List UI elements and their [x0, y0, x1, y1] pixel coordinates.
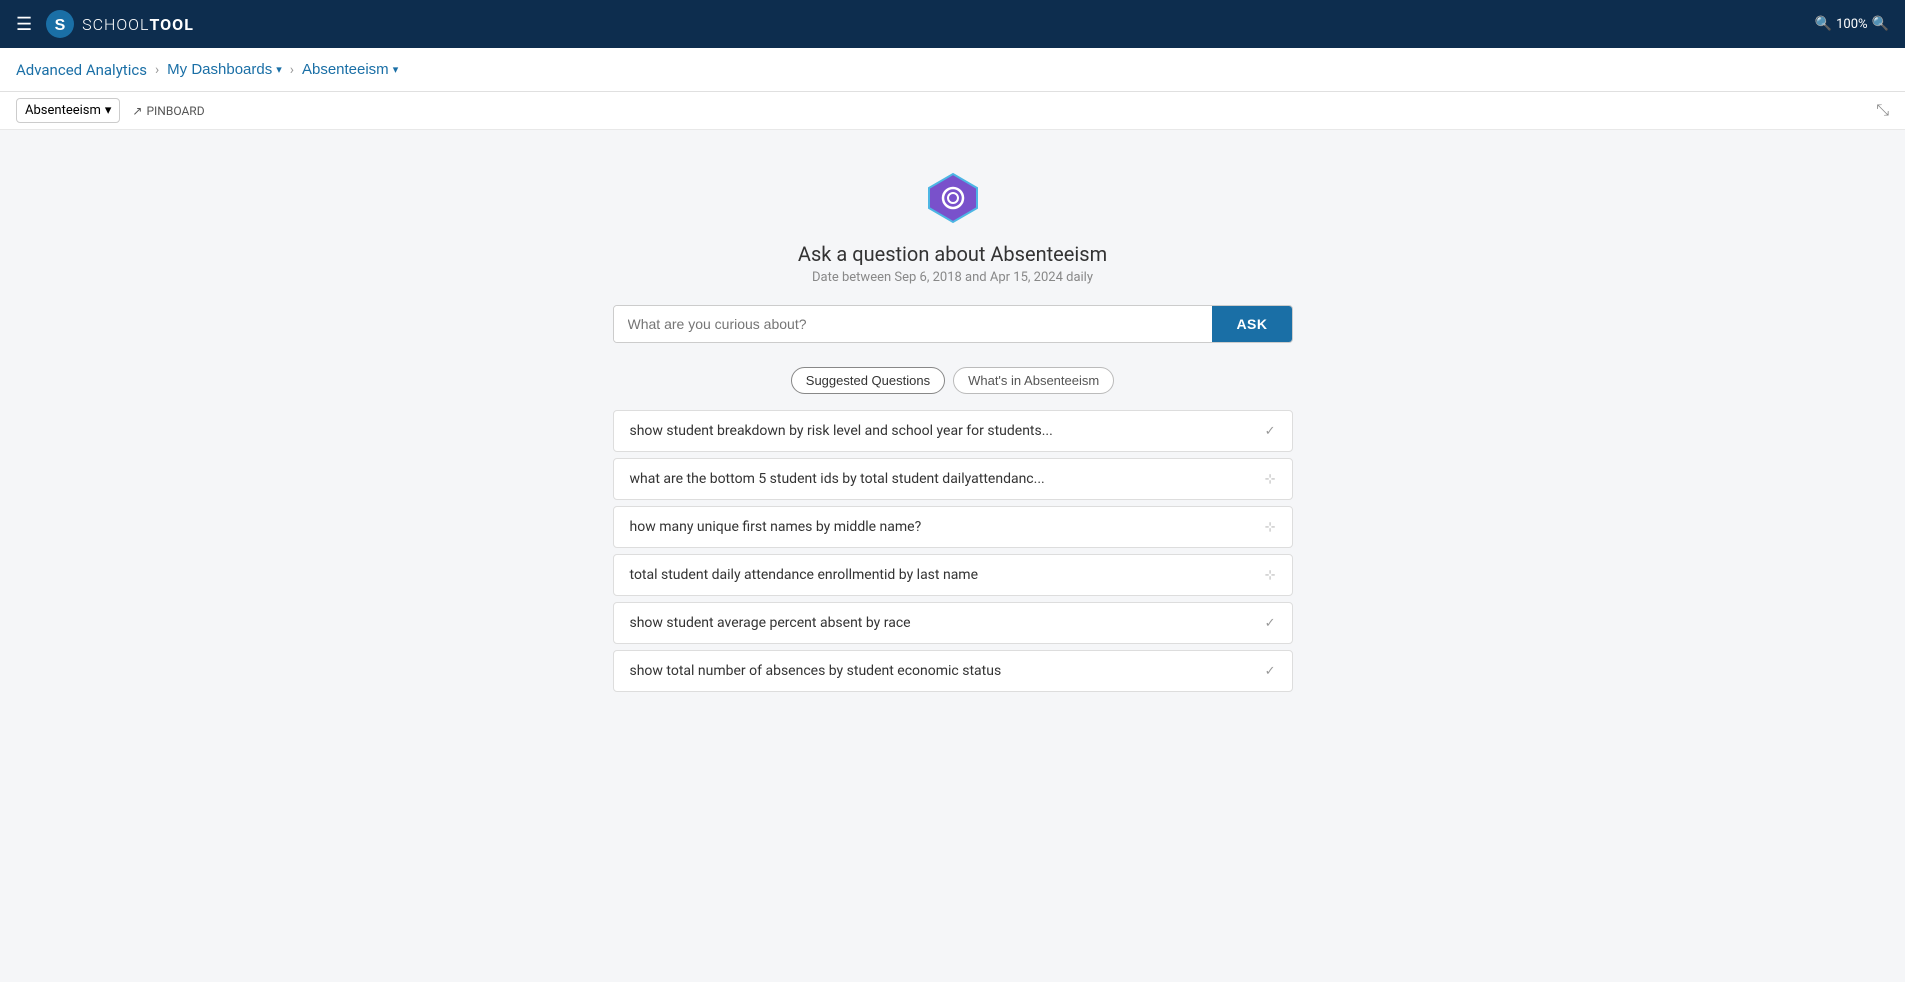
ask-input[interactable]	[614, 306, 1213, 342]
zoom-controls: 🔍 100% 🔍	[1815, 16, 1889, 32]
suggestion-item-3[interactable]: total student daily attendance enrollmen…	[613, 554, 1293, 596]
suggestion-text-4: show student average percent absent by r…	[630, 615, 911, 631]
ask-title: Ask a question about Absenteeism	[798, 242, 1107, 266]
absenteeism-dropdown-arrow: ▾	[393, 63, 399, 76]
my-dashboards-dropdown-arrow: ▾	[276, 63, 282, 76]
ask-subtitle: Date between Sep 6, 2018 and Apr 15, 202…	[812, 270, 1093, 285]
main-content: Ask a question about Absenteeism Date be…	[0, 130, 1905, 982]
pin-icon-1: ⊹	[1265, 472, 1276, 487]
absenteeism-select[interactable]: Absenteeism ▾	[16, 98, 120, 123]
breadcrumb-item-advanced-analytics[interactable]: Advanced Analytics	[16, 61, 147, 79]
absenteeism-select-label: Absenteeism	[25, 103, 101, 118]
suggestion-item-1[interactable]: what are the bottom 5 student ids by tot…	[613, 458, 1293, 500]
suggestion-item-2[interactable]: how many unique first names by middle na…	[613, 506, 1293, 548]
breadcrumb-separator-2: ›	[290, 62, 294, 78]
breadcrumb-item-my-dashboards[interactable]: My Dashboards ▾	[167, 61, 282, 78]
ask-input-row: ASK	[613, 305, 1293, 343]
check-icon-4: ✓	[1265, 616, 1276, 631]
breadcrumb-item-absenteeism[interactable]: Absenteeism ▾	[302, 61, 398, 78]
toolbar: Absenteeism ▾ ↗ PINBOARD ⤡	[0, 92, 1905, 130]
svg-text:S: S	[55, 17, 66, 34]
logo-text: SCHOOLTOOL	[82, 15, 194, 34]
pinboard-button[interactable]: ↗ PINBOARD	[132, 104, 204, 118]
pinboard-icon: ↗	[132, 104, 142, 118]
check-icon-5: ✓	[1265, 664, 1276, 679]
suggestion-item-0[interactable]: show student breakdown by risk level and…	[613, 410, 1293, 452]
pinboard-label: PINBOARD	[146, 104, 204, 118]
pin-icon-3: ⊹	[1265, 568, 1276, 583]
suggestion-text-0: show student breakdown by risk level and…	[630, 423, 1053, 439]
suggestion-item-4[interactable]: show student average percent absent by r…	[613, 602, 1293, 644]
zoom-out-icon[interactable]: 🔍	[1815, 16, 1832, 32]
fullscreen-button[interactable]: ⤡	[1876, 102, 1889, 120]
pin-icon-2: ⊹	[1265, 520, 1276, 535]
suggestion-text-5: show total number of absences by student…	[630, 663, 1002, 679]
logo-icon: S	[44, 8, 76, 40]
suggestion-text-3: total student daily attendance enrollmen…	[630, 567, 979, 583]
tab-suggested-questions[interactable]: Suggested Questions	[791, 367, 945, 394]
tabs-row: Suggested Questions What's in Absenteeis…	[791, 367, 1114, 394]
suggestion-list: show student breakdown by risk level and…	[613, 410, 1293, 692]
zoom-level: 100%	[1836, 17, 1867, 32]
check-icon-0: ✓	[1265, 424, 1276, 439]
breadcrumb: Advanced Analytics › My Dashboards ▾ › A…	[0, 48, 1905, 92]
suggestion-text-2: how many unique first names by middle na…	[630, 519, 922, 535]
tab-whats-in-absenteeism[interactable]: What's in Absenteeism	[953, 367, 1114, 394]
breadcrumb-separator-1: ›	[155, 62, 159, 78]
ask-panel: Ask a question about Absenteeism Date be…	[613, 170, 1293, 692]
hamburger-menu[interactable]: ☰	[16, 14, 32, 35]
logo: S SCHOOLTOOL	[44, 8, 194, 40]
ask-button[interactable]: ASK	[1212, 306, 1291, 342]
absenteeism-select-arrow: ▾	[105, 103, 112, 118]
suggestion-item-5[interactable]: show total number of absences by student…	[613, 650, 1293, 692]
topbar: ☰ S SCHOOLTOOL 🔍 100% 🔍	[0, 0, 1905, 48]
ask-logo-icon	[925, 170, 981, 226]
suggestion-text-1: what are the bottom 5 student ids by tot…	[630, 471, 1045, 487]
zoom-in-icon[interactable]: 🔍	[1872, 16, 1889, 32]
